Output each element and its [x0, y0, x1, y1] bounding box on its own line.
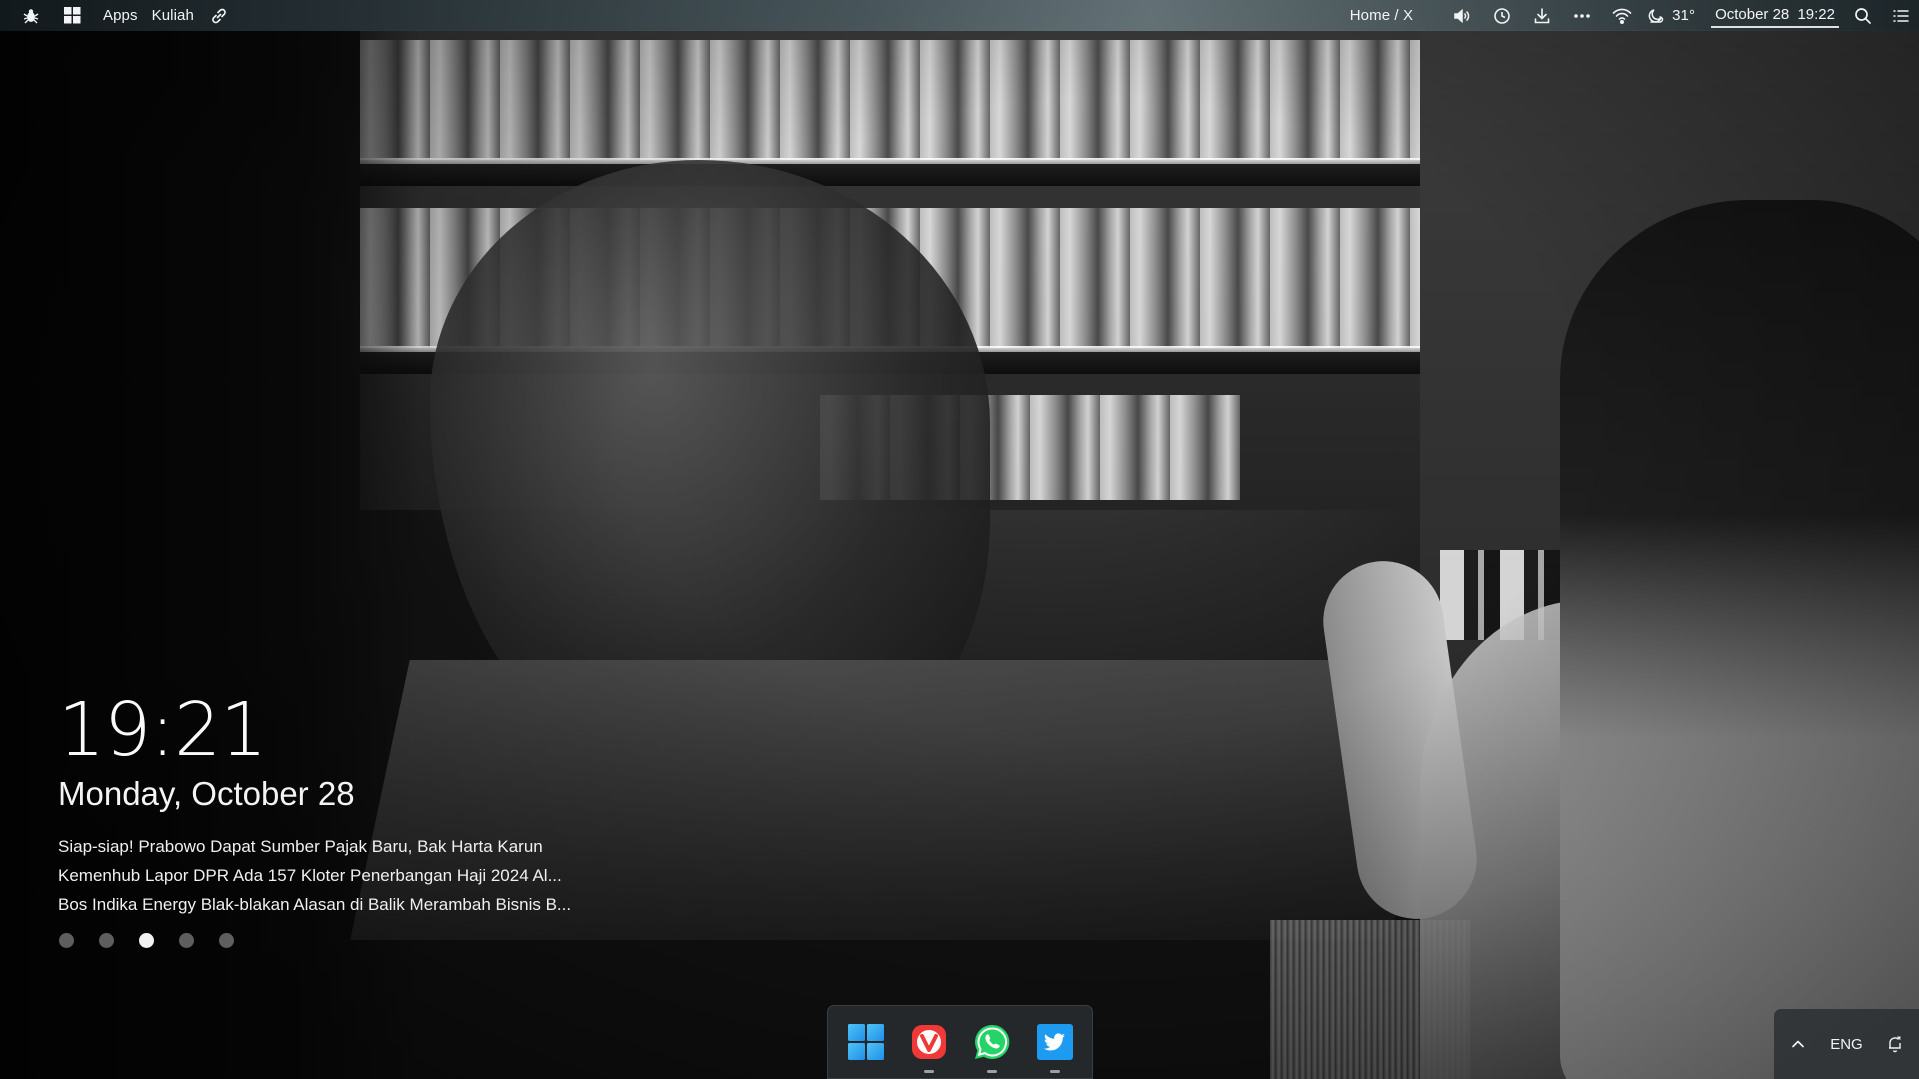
desktop: Apps Kuliah Home / X 31° October 28 19:2…	[0, 0, 1919, 1079]
bug-icon[interactable]	[0, 0, 62, 31]
news-headline[interactable]: Kemenhub Lapor DPR Ada 157 Kloter Penerb…	[58, 861, 618, 890]
running-indicator	[986, 1070, 997, 1073]
running-indicator	[923, 1070, 934, 1073]
widget-clock: 19:21	[58, 687, 267, 773]
language-indicator[interactable]: ENG	[1830, 1029, 1863, 1060]
notifications-button[interactable]	[1880, 1029, 1910, 1060]
show-hidden-icons-button[interactable]	[1783, 1029, 1813, 1060]
page-dot-4[interactable]	[179, 933, 194, 948]
search-icon[interactable]	[1843, 0, 1883, 31]
system-tray: ENG	[1774, 1009, 1919, 1079]
whatsapp-taskbar-button[interactable]	[967, 1017, 1017, 1073]
wifi-icon[interactable]	[1602, 0, 1642, 31]
volume-icon[interactable]	[1442, 0, 1482, 31]
taskbar	[827, 1005, 1093, 1079]
news-headline[interactable]: Bos Indika Energy Blak-blakan Alasan di …	[58, 890, 618, 919]
vivaldi-icon	[911, 1025, 946, 1059]
windows-start-icon[interactable]	[62, 0, 82, 31]
vivaldi-taskbar-button[interactable]	[904, 1017, 954, 1073]
news-feed: Siap-siap! Prabowo Dapat Sumber Pajak Ba…	[58, 832, 618, 919]
page-dot-1[interactable]	[59, 933, 74, 948]
news-headline[interactable]: Siap-siap! Prabowo Dapat Sumber Pajak Ba…	[58, 832, 618, 861]
start-button[interactable]	[841, 1017, 891, 1067]
temperature-readout[interactable]: 31°	[1670, 0, 1703, 31]
page-indicator	[59, 933, 618, 948]
lockscreen-widget: 19:21 Monday, October 28 Siap-siap! Prab…	[58, 688, 618, 948]
datetime-button[interactable]: October 28 19:22	[1711, 0, 1839, 31]
kuliah-menu-button[interactable]: Kuliah	[145, 0, 201, 31]
whatsapp-icon	[974, 1024, 1009, 1059]
link-icon[interactable]	[201, 0, 237, 31]
topbar-time: 19:22	[1797, 5, 1835, 23]
page-dot-3-active[interactable]	[139, 933, 154, 948]
running-indicator	[1049, 1070, 1060, 1073]
clock-history-icon[interactable]	[1482, 0, 1522, 31]
notification-list-icon[interactable]	[1883, 0, 1919, 31]
chevron-up-icon	[1791, 1040, 1804, 1048]
page-dot-5[interactable]	[219, 933, 234, 948]
topbar-date: October 28	[1715, 5, 1790, 23]
datetime-display: October 28 19:22	[1711, 6, 1839, 28]
notification-bell-icon	[1889, 1036, 1901, 1053]
twitter-taskbar-button[interactable]	[1030, 1017, 1080, 1073]
top-bar: Apps Kuliah Home / X 31° October 28 19:2…	[0, 0, 1919, 31]
apps-menu-button[interactable]: Apps	[96, 0, 145, 31]
download-icon[interactable]	[1522, 0, 1562, 31]
twitter-icon	[1036, 1024, 1073, 1060]
weather-night-cloud-icon[interactable]	[1642, 0, 1670, 31]
page-dot-2[interactable]	[99, 933, 114, 948]
more-options-icon[interactable]	[1562, 0, 1602, 31]
windows-start-icon	[847, 1024, 884, 1060]
breadcrumb[interactable]: Home / X	[1343, 0, 1420, 31]
widget-date: Monday, October 28	[58, 775, 355, 812]
